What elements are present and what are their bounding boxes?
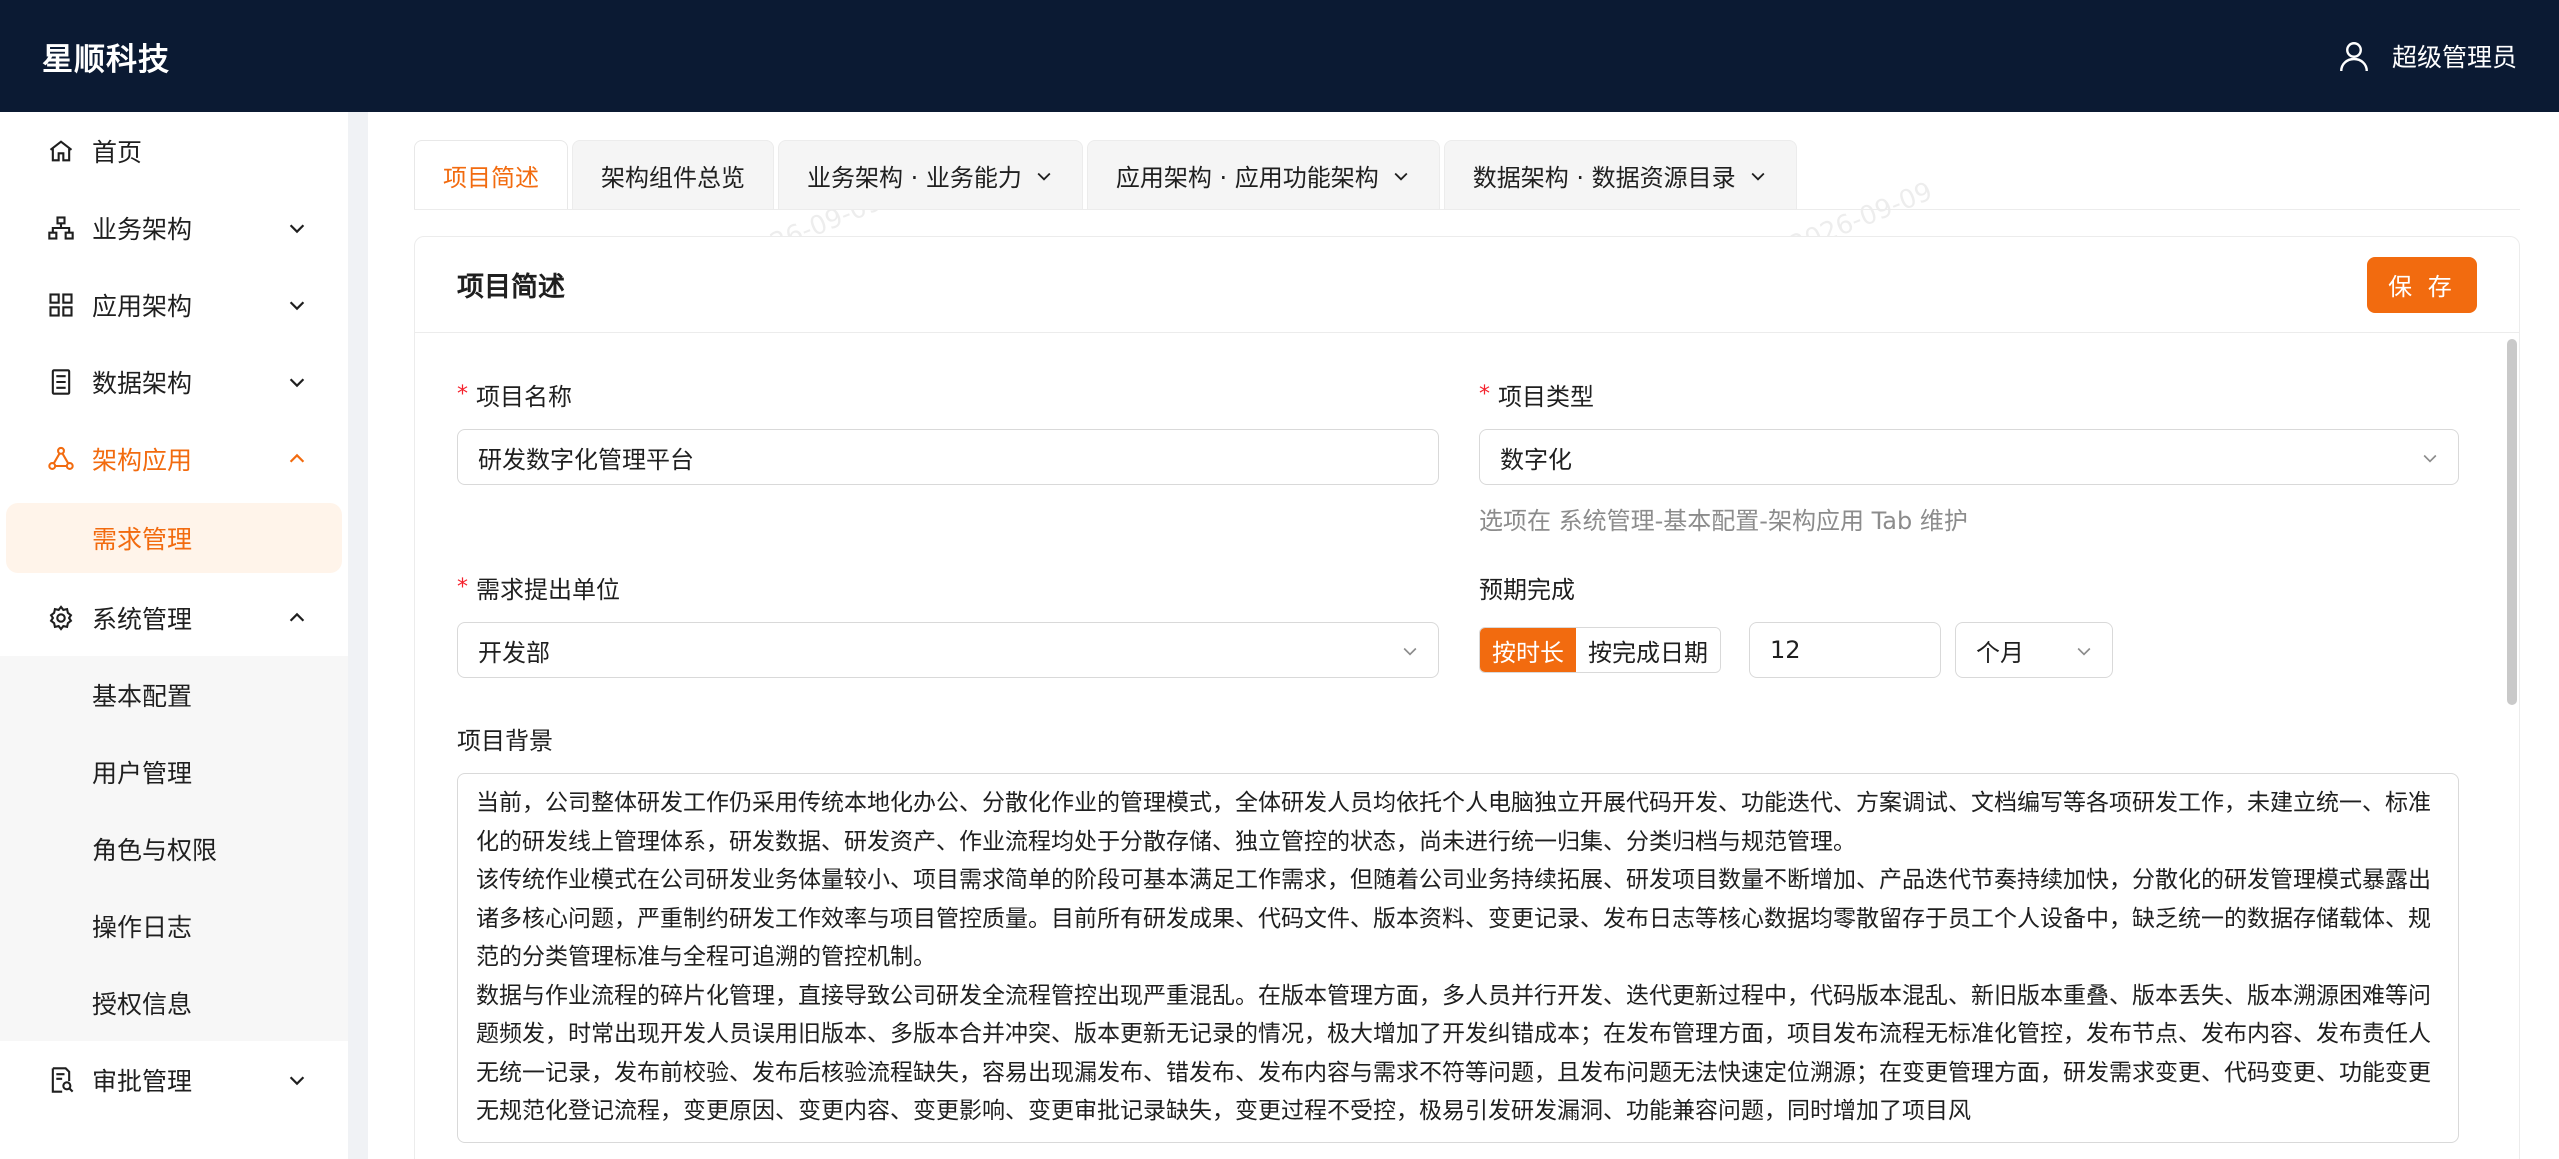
chevron-down-icon	[1751, 172, 1765, 181]
project-type-select[interactable]: 数字化	[1479, 429, 2459, 485]
sidebar-item-home[interactable]: 首页	[0, 112, 348, 189]
expected-mode-toggle: 按时长 按完成日期	[1479, 627, 1721, 673]
sidebar-item-requirements[interactable]: 需求管理	[6, 503, 342, 573]
project-name-label: * 项目名称	[457, 382, 572, 411]
database-icon	[46, 367, 76, 397]
sidebar-item-data-arch[interactable]: 数据架构	[0, 343, 348, 420]
chevron-down-icon	[289, 1075, 305, 1085]
project-type-label: * 项目类型	[1479, 382, 1594, 411]
sidebar-item-license-info[interactable]: 授权信息	[0, 964, 348, 1041]
tab-divider	[414, 209, 2520, 210]
card-title: 项目简述	[457, 272, 565, 303]
sidebar-item-label: 系统管理	[92, 604, 193, 634]
unit-select[interactable]: 开发部	[457, 622, 1439, 678]
tab-bar: 项目简述 架构组件总览 业务架构 · 业务能力 应用架构 · 应用功能架构 数据…	[414, 140, 1797, 210]
share-nodes-icon	[46, 444, 76, 474]
sidebar-item-label: 首页	[92, 137, 143, 167]
chevron-down-icon	[289, 223, 305, 233]
duration-unit-select[interactable]: 个月	[1955, 622, 2113, 678]
chevron-down-icon	[1394, 172, 1408, 181]
card-header: 项目简述 保 存	[415, 237, 2519, 333]
chevron-down-icon	[289, 300, 305, 310]
sidebar: 首页 业务架构 应用架构 数据架构 架构应用 需求管理 系统管理 基本配置 用户…	[0, 112, 348, 1159]
sidebar-item-label: 数据架构	[92, 368, 193, 398]
chevron-down-icon	[2077, 647, 2091, 656]
sidebar-item-basic-config[interactable]: 基本配置	[0, 656, 348, 733]
tab-app-function-arch[interactable]: 应用架构 · 应用功能架构	[1086, 140, 1440, 210]
sidebar-item-label: 应用架构	[92, 291, 193, 321]
scrollbar-thumb[interactable]	[2507, 339, 2517, 705]
brand-logo-text: 星顺科技	[42, 41, 170, 78]
sidebar-item-label: 架构应用	[92, 445, 193, 475]
audit-icon	[46, 1065, 76, 1095]
chevron-down-icon	[1403, 647, 1417, 656]
chevron-up-icon	[289, 453, 305, 463]
chevron-down-icon	[289, 377, 305, 387]
background-textarea[interactable]: 当前，公司整体研发工作仍采用传统本地化办公、分散化作业的管理模式，全体研发人员均…	[457, 773, 2459, 1143]
expected-label: 预期完成	[1479, 576, 1575, 604]
project-type-hint: 选项在 系统管理-基本配置-架构应用 Tab 维护	[1479, 507, 1968, 535]
sidebar-item-operation-log[interactable]: 操作日志	[0, 887, 348, 964]
unit-label: * 需求提出单位	[457, 575, 620, 604]
tab-architecture-overview[interactable]: 架构组件总览	[572, 140, 774, 210]
tab-data-resource-catalog[interactable]: 数据架构 · 数据资源目录	[1443, 140, 1797, 210]
sidebar-item-label: 审批管理	[92, 1066, 193, 1096]
submenu-arch-app: 需求管理	[0, 497, 348, 579]
sidebar-item-label: 业务架构	[92, 214, 193, 244]
submenu-system: 基本配置 用户管理 角色与权限 操作日志 授权信息	[0, 656, 348, 1041]
project-summary-card: 项目简述 保 存 * 项目名称 研发数字化管理平台 * 项目类型 数字化 选项在…	[414, 236, 2520, 1159]
required-marker: *	[457, 575, 468, 600]
required-marker: *	[1479, 382, 1490, 407]
org-chart-icon	[46, 213, 76, 243]
background-paragraph: 当前，公司整体研发工作仍采用传统本地化办公、分散化作业的管理模式，全体研发人员均…	[476, 790, 2431, 855]
chevron-up-icon	[289, 612, 305, 622]
sidebar-item-roles-permissions[interactable]: 角色与权限	[0, 810, 348, 887]
project-name-input[interactable]: 研发数字化管理平台	[457, 429, 1439, 485]
tab-business-capability[interactable]: 业务架构 · 业务能力	[778, 140, 1083, 210]
sidebar-item-system[interactable]: 系统管理	[0, 579, 348, 656]
user-menu[interactable]: 超级管理员	[2336, 38, 2517, 74]
sidebar-item-app-arch[interactable]: 应用架构	[0, 266, 348, 343]
user-name: 超级管理员	[2391, 43, 2517, 72]
background-paragraph: 数据与作业流程的碎片化管理，直接导致公司研发全流程管控出现严重混乱。在版本管理方…	[476, 982, 2431, 1125]
sidebar-item-approval[interactable]: 审批管理	[0, 1041, 348, 1118]
save-button[interactable]: 保 存	[2367, 256, 2477, 313]
background-label: 项目背景	[457, 727, 553, 755]
chevron-down-icon	[1037, 172, 1051, 181]
required-marker: *	[457, 382, 468, 407]
main-content: admin · 星顺科技 · 2026-09-09 admin · 星顺科技 ·…	[368, 112, 2559, 1159]
chevron-down-icon	[2423, 454, 2437, 463]
mode-by-date[interactable]: 按完成日期	[1576, 628, 1720, 672]
home-icon	[46, 136, 76, 166]
user-icon	[2340, 42, 2368, 72]
grid-icon	[46, 290, 76, 320]
sidebar-item-arch-app[interactable]: 架构应用	[0, 420, 348, 497]
sidebar-item-business-arch[interactable]: 业务架构	[0, 189, 348, 266]
background-paragraph: 该传统作业模式在公司研发业务体量较小、项目需求简单的阶段可基本满足工作需求，但随…	[476, 867, 2431, 970]
sidebar-item-user-management[interactable]: 用户管理	[0, 733, 348, 810]
mode-by-duration[interactable]: 按时长	[1480, 628, 1576, 672]
gear-icon	[46, 603, 76, 633]
top-bar: 星顺科技 超级管理员	[0, 0, 2559, 112]
tab-project-summary[interactable]: 项目简述	[414, 140, 568, 210]
duration-input[interactable]: 12	[1749, 622, 1941, 678]
